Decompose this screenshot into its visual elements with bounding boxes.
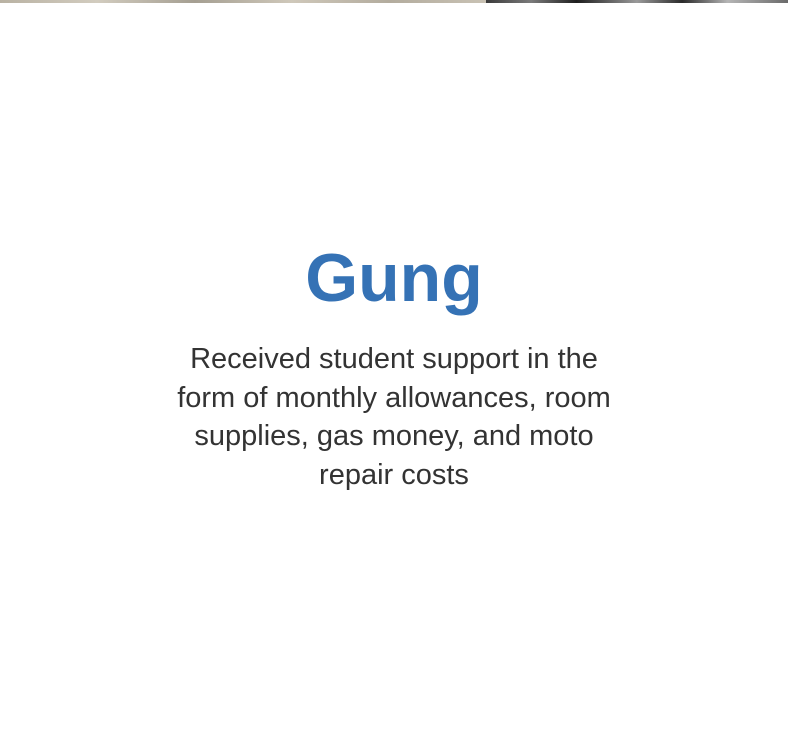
profile-card: Gung Received student support in the for… — [0, 240, 788, 494]
photo-fragment-right — [486, 0, 788, 3]
profile-name: Gung — [305, 240, 483, 316]
profile-description: Received student support in the form of … — [177, 343, 611, 491]
photo-fragment-left — [0, 0, 486, 3]
cropped-photo-strip — [0, 0, 788, 3]
